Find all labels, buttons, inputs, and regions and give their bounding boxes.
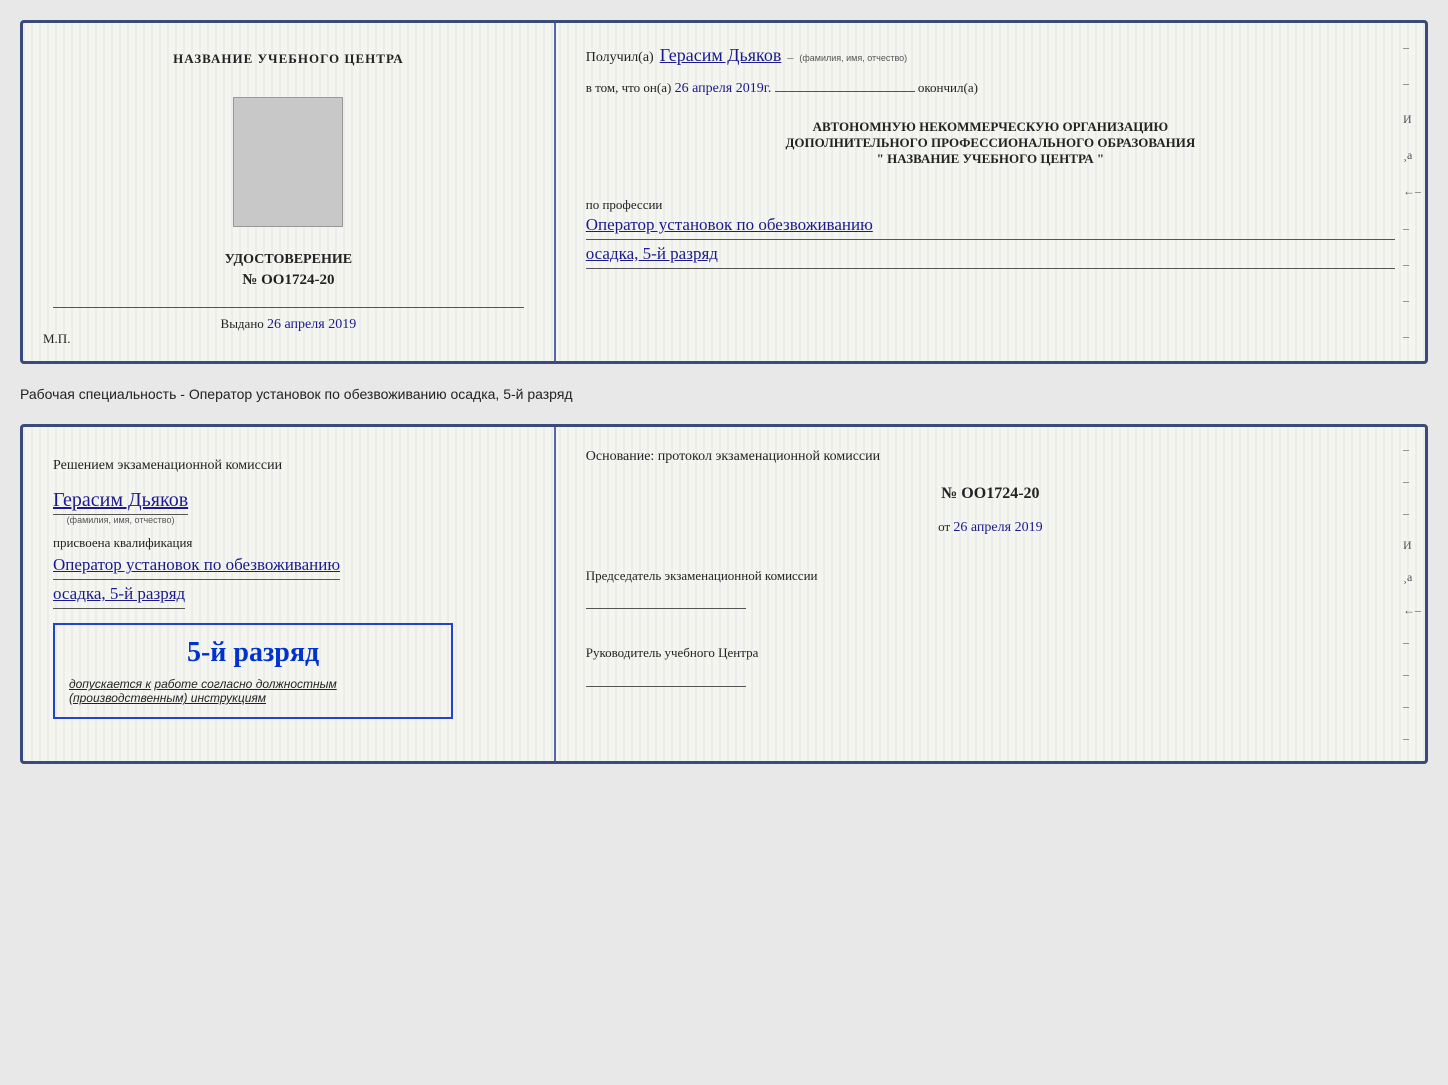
side-dashes-2: – – – И ¸а ←– – – – – (1399, 427, 1425, 761)
side-dashes: – – И ¸а ←– – – – – (1399, 23, 1425, 361)
org-line3: " НАЗВАНИЕ УЧЕБНОГО ЦЕНТРА " (586, 151, 1395, 167)
page-container: НАЗВАНИЕ УЧЕБНОГО ЦЕНТРА УДОСТОВЕРЕНИЕ №… (20, 20, 1428, 764)
org-info: АВТОНОМНУЮ НЕКОММЕРЧЕСКУЮ ОРГАНИЗАЦИЮ ДО… (586, 119, 1395, 167)
qualification-label: присвоена квалификация (53, 535, 192, 551)
org-line2: ДОПОЛНИТЕЛЬНОГО ПРОФЕССИОНАЛЬНОГО ОБРАЗО… (586, 135, 1395, 151)
bottom-right-panel: Основание: протокол экзаменационной коми… (556, 427, 1425, 761)
director-signature-line (586, 669, 746, 687)
basis-title: Основание: протокол экзаменационной коми… (586, 449, 1395, 465)
top-document-card: НАЗВАНИЕ УЧЕБНОГО ЦЕНТРА УДОСТОВЕРЕНИЕ №… (20, 20, 1428, 364)
а-mark2: ¸а (1403, 570, 1421, 585)
stamp-sub-text: работе согласно должностным (154, 677, 336, 691)
date-value: 26 апреля 2019 (953, 520, 1042, 535)
stamp-sub-text2: (производственным) инструкциям (69, 691, 266, 705)
chairman-label: Председатель экзаменационной комиссии (586, 564, 1395, 587)
qualification-value2: осадка, 5-й разряд (53, 584, 185, 609)
director-label: Руководитель учебного Центра (586, 641, 1395, 664)
stamp-rank: 5-й разряд (69, 637, 437, 669)
profession-section: по профессии Оператор установок по обезв… (586, 189, 1395, 269)
basis-number: № OO1724-20 (586, 485, 1395, 503)
issued-date: 26 апреля 2019 (267, 317, 356, 332)
date-prefix: от (938, 519, 950, 534)
confirm-prefix: в том, что он(а) (586, 80, 672, 95)
commission-title: Решением экзаменационной комиссии (53, 455, 282, 477)
stamp-sub: допускается к работе согласно должностны… (69, 677, 437, 705)
chairman-section: Председатель экзаменационной комиссии (586, 564, 1395, 613)
mp-label: М.П. (43, 331, 70, 347)
number-value: OO1724-20 (961, 485, 1039, 502)
bottom-left-panel: Решением экзаменационной комиссии Гераси… (23, 427, 556, 761)
profession-value: Оператор установок по обезвоживанию (586, 215, 1395, 240)
confirm-line: в том, что он(а) 26 апреля 2019г. окончи… (586, 78, 1395, 99)
doc-number: № OO1724-20 (242, 272, 334, 289)
confirm-date: 26 апреля 2019г. (675, 81, 772, 96)
recipient2-name: Герасим Дьяков (53, 489, 188, 512)
director-section: Руководитель учебного Центра (586, 641, 1395, 690)
recipient-sublabel: (фамилия, имя, отчество) (799, 53, 907, 63)
И-mark2: И (1403, 538, 1421, 553)
basis-date: от 26 апреля 2019 (586, 519, 1395, 536)
top-right-panel: Получил(а) Герасим Дьяков – (фамилия, им… (556, 23, 1425, 361)
recipient2-sublabel: (фамилия, имя, отчество) (53, 515, 188, 525)
org-line1: АВТОНОМНУЮ НЕКОММЕРЧЕСКУЮ ОРГАНИЗАЦИЮ (586, 119, 1395, 135)
confirm-suffix: окончил(а) (918, 80, 978, 95)
qualification-value1: Оператор установок по обезвоживанию (53, 555, 340, 580)
rank-value: осадка, 5-й разряд (586, 244, 1395, 269)
doc-title: УДОСТОВЕРЕНИЕ (225, 252, 352, 268)
а-mark: ¸а (1403, 148, 1421, 163)
issued-line: Выдано 26 апреля 2019 (53, 307, 524, 333)
recipient-name: Герасим Дьяков (660, 45, 782, 66)
recipient-line: Получил(а) Герасим Дьяков – (фамилия, им… (586, 45, 1395, 66)
bottom-document-card: Решением экзаменационной комиссии Гераси… (20, 424, 1428, 764)
description-text: Рабочая специальность - Оператор установ… (20, 382, 1428, 406)
stamp-box: 5-й разряд допускается к работе согласно… (53, 623, 453, 719)
photo-placeholder (233, 97, 343, 227)
top-org-name: НАЗВАНИЕ УЧЕБНОГО ЦЕНТРА (173, 51, 404, 67)
profession-label: по профессии (586, 197, 1395, 213)
chairman-signature-line (586, 591, 746, 609)
stamp-sub-prefix: допускается к (69, 677, 151, 691)
recipient2-section: Герасим Дьяков (фамилия, имя, отчество) (53, 489, 188, 525)
top-left-panel: НАЗВАНИЕ УЧЕБНОГО ЦЕНТРА УДОСТОВЕРЕНИЕ №… (23, 23, 556, 361)
issued-label: Выдано (221, 316, 264, 331)
number-prefix: № (941, 485, 957, 502)
recipient-prefix: Получил(а) (586, 50, 654, 66)
И-mark: И (1403, 112, 1421, 127)
